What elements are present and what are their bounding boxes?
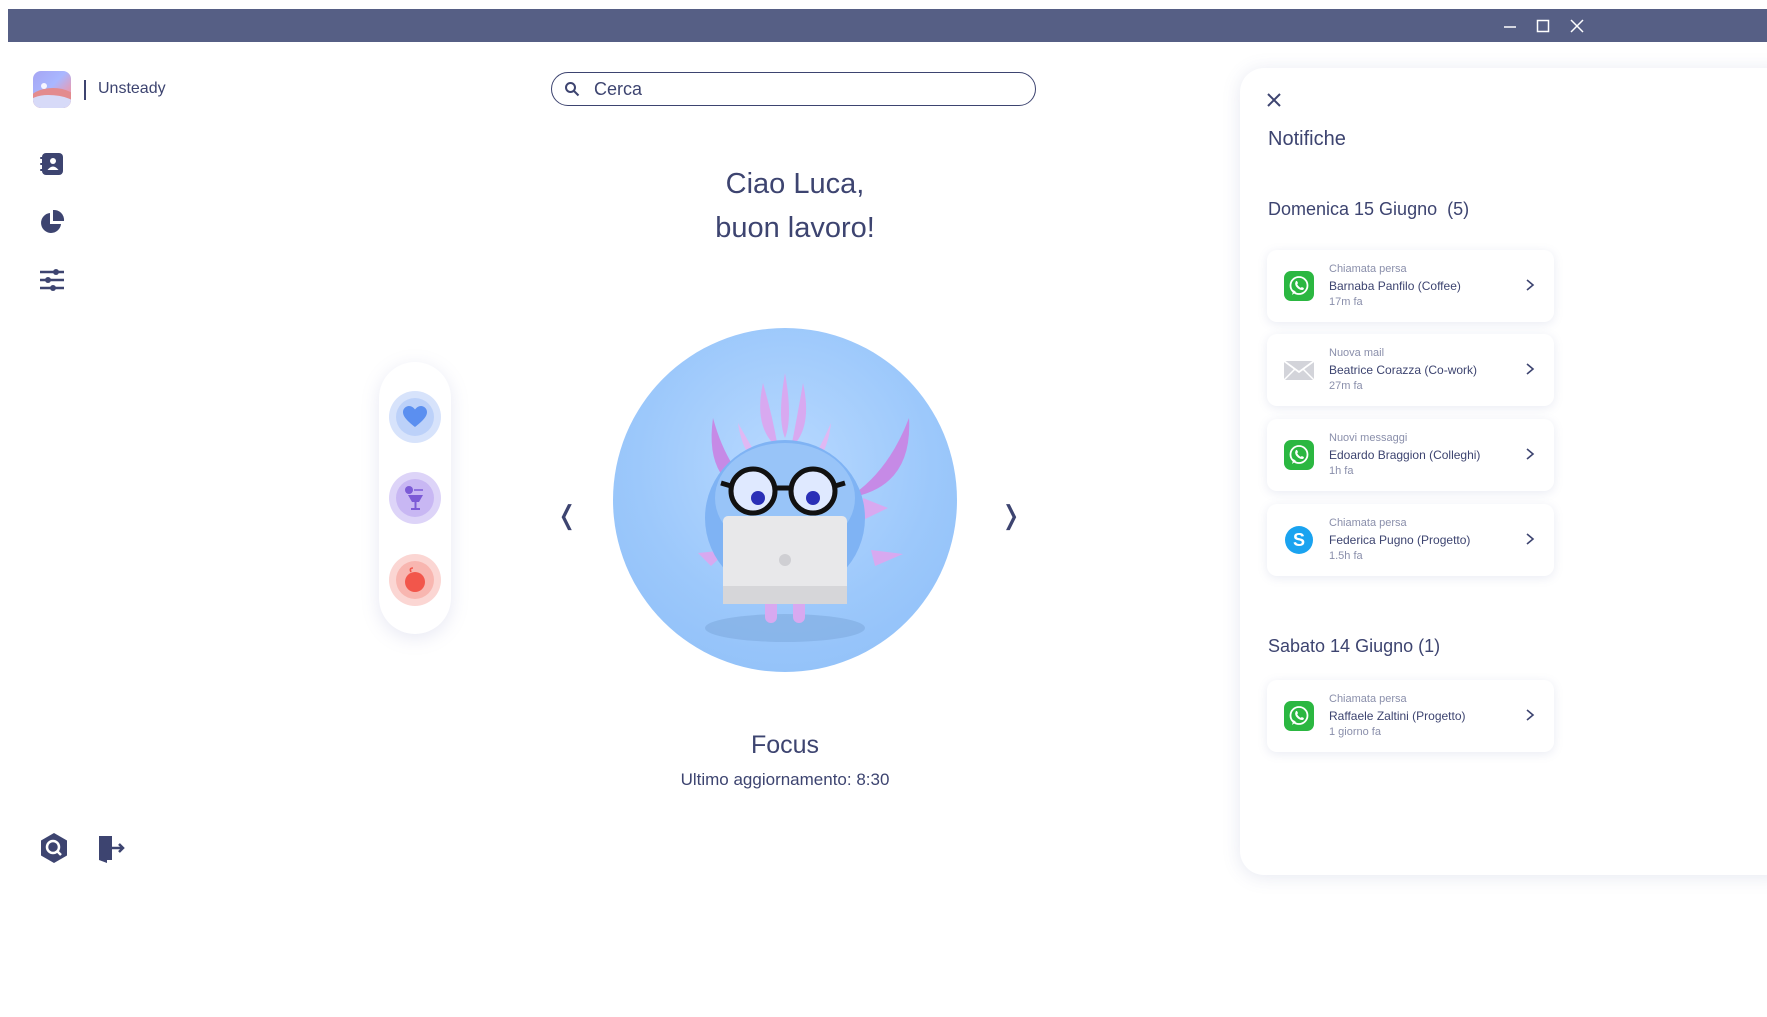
chevron-right-icon (1526, 279, 1535, 291)
close-icon (1570, 18, 1584, 33)
sidebar-item-contacts[interactable] (36, 148, 68, 180)
notification-sender: Barnaba Panfilo (Coffee) (1329, 279, 1461, 293)
mood-selector (379, 362, 451, 634)
search-bar[interactable] (551, 72, 1036, 106)
maximize-button[interactable] (1526, 9, 1560, 42)
notification-card[interactable]: Nuova mail Beatrice Corazza (Co-work) 27… (1267, 334, 1554, 406)
sidebar-item-settings[interactable] (36, 264, 68, 296)
chevron-right-icon (1526, 363, 1535, 375)
skype-icon: S (1285, 526, 1313, 554)
notifications-title: Notifiche (1268, 128, 1346, 150)
support-icon (41, 833, 67, 863)
notification-type: Nuovi messaggi (1329, 432, 1408, 444)
notification-time: 17m fa (1329, 296, 1363, 308)
notification-type: Chiamata persa (1329, 693, 1407, 705)
mood-heart-button[interactable] (389, 391, 441, 443)
notification-sender: Beatrice Corazza (Co-work) (1329, 363, 1478, 377)
close-window-button[interactable] (1560, 9, 1594, 42)
search-icon (565, 82, 580, 97)
notification-card[interactable]: S Chiamata persa Federica Pugno (Progett… (1267, 504, 1554, 576)
notification-time: 1h fa (1329, 465, 1354, 477)
notification-sender: Federica Pugno (Progetto) (1329, 533, 1471, 547)
drink-icon (405, 486, 423, 510)
carousel-prev-button[interactable]: ❬ (556, 500, 578, 531)
status-last-update: Ultimo aggiornamento: 8:30 (680, 770, 890, 789)
svg-text:S: S (1293, 530, 1305, 550)
mail-icon (1284, 360, 1314, 381)
notification-group-title: Sabato 14 Giugno (1) (1268, 636, 1441, 656)
minimize-button[interactable] (1493, 9, 1527, 42)
notification-sender: Raffaele Zaltini (Progetto) (1329, 709, 1466, 723)
notification-time: 1 giorno fa (1329, 726, 1381, 738)
notification-sender: Edoardo Braggion (Colleghi) (1329, 448, 1481, 462)
mascot-circle (613, 328, 957, 672)
notification-card[interactable]: Chiamata persa Raffaele Zaltini (Progett… (1267, 680, 1554, 752)
notification-group-title: Domenica 15 Giugno (5) (1268, 199, 1470, 219)
sidebar-item-statistics[interactable] (36, 206, 68, 238)
pie-chart-icon (41, 209, 65, 233)
mood-bomb-inner (396, 561, 434, 599)
mood-drink-button[interactable] (389, 472, 441, 524)
mood-heart-inner (396, 398, 434, 436)
maximize-icon (1536, 19, 1550, 32)
status-title: Focus (750, 731, 820, 759)
brand-divider (84, 80, 86, 100)
logout-icon (99, 836, 125, 863)
window-frame-top (0, 0, 1767, 9)
whatsapp-icon (1284, 271, 1314, 301)
mood-drink-inner (396, 479, 434, 517)
app-logo[interactable] (33, 71, 71, 108)
logout-button[interactable] (92, 830, 128, 866)
notification-card[interactable]: Chiamata persa Barnaba Panfilo (Coffee) … (1267, 250, 1554, 322)
notification-type: Chiamata persa (1329, 263, 1407, 275)
whatsapp-icon (1284, 701, 1314, 731)
brand-name: Unsteady (98, 80, 166, 97)
carousel-next-button[interactable]: ❭ (1000, 500, 1022, 531)
minimize-icon (1504, 25, 1516, 28)
notification-time: 1.5h fa (1329, 550, 1363, 562)
close-notifications-button[interactable] (1264, 90, 1284, 110)
logo-wave-light (33, 95, 71, 108)
greeting: Ciao Luca, buon lavoro! (600, 162, 990, 250)
logo-dot (41, 83, 47, 89)
chevron-right-icon (1526, 709, 1535, 721)
window-titlebar (8, 9, 1767, 42)
mood-bomb-button[interactable] (389, 554, 441, 606)
notification-time: 27m fa (1329, 380, 1363, 392)
heart-icon (403, 406, 427, 427)
notification-card[interactable]: Nuovi messaggi Edoardo Braggion (Collegh… (1267, 419, 1554, 491)
bomb-icon (405, 567, 425, 592)
sliders-icon (40, 269, 64, 291)
close-icon (1267, 93, 1281, 107)
greeting-line-2: buon lavoro! (715, 212, 875, 244)
mascot-illustration (698, 373, 910, 642)
contacts-book-icon (40, 153, 63, 175)
search-input[interactable] (592, 77, 1016, 101)
chevron-right-icon (1526, 448, 1535, 460)
greeting-line-1: Ciao Luca, (725, 168, 865, 200)
notification-type: Nuova mail (1329, 347, 1385, 359)
chevron-right-icon (1526, 533, 1535, 545)
support-button[interactable] (36, 830, 72, 866)
notification-type: Chiamata persa (1329, 517, 1407, 529)
whatsapp-icon (1284, 440, 1314, 470)
window-frame-left (0, 9, 8, 1017)
